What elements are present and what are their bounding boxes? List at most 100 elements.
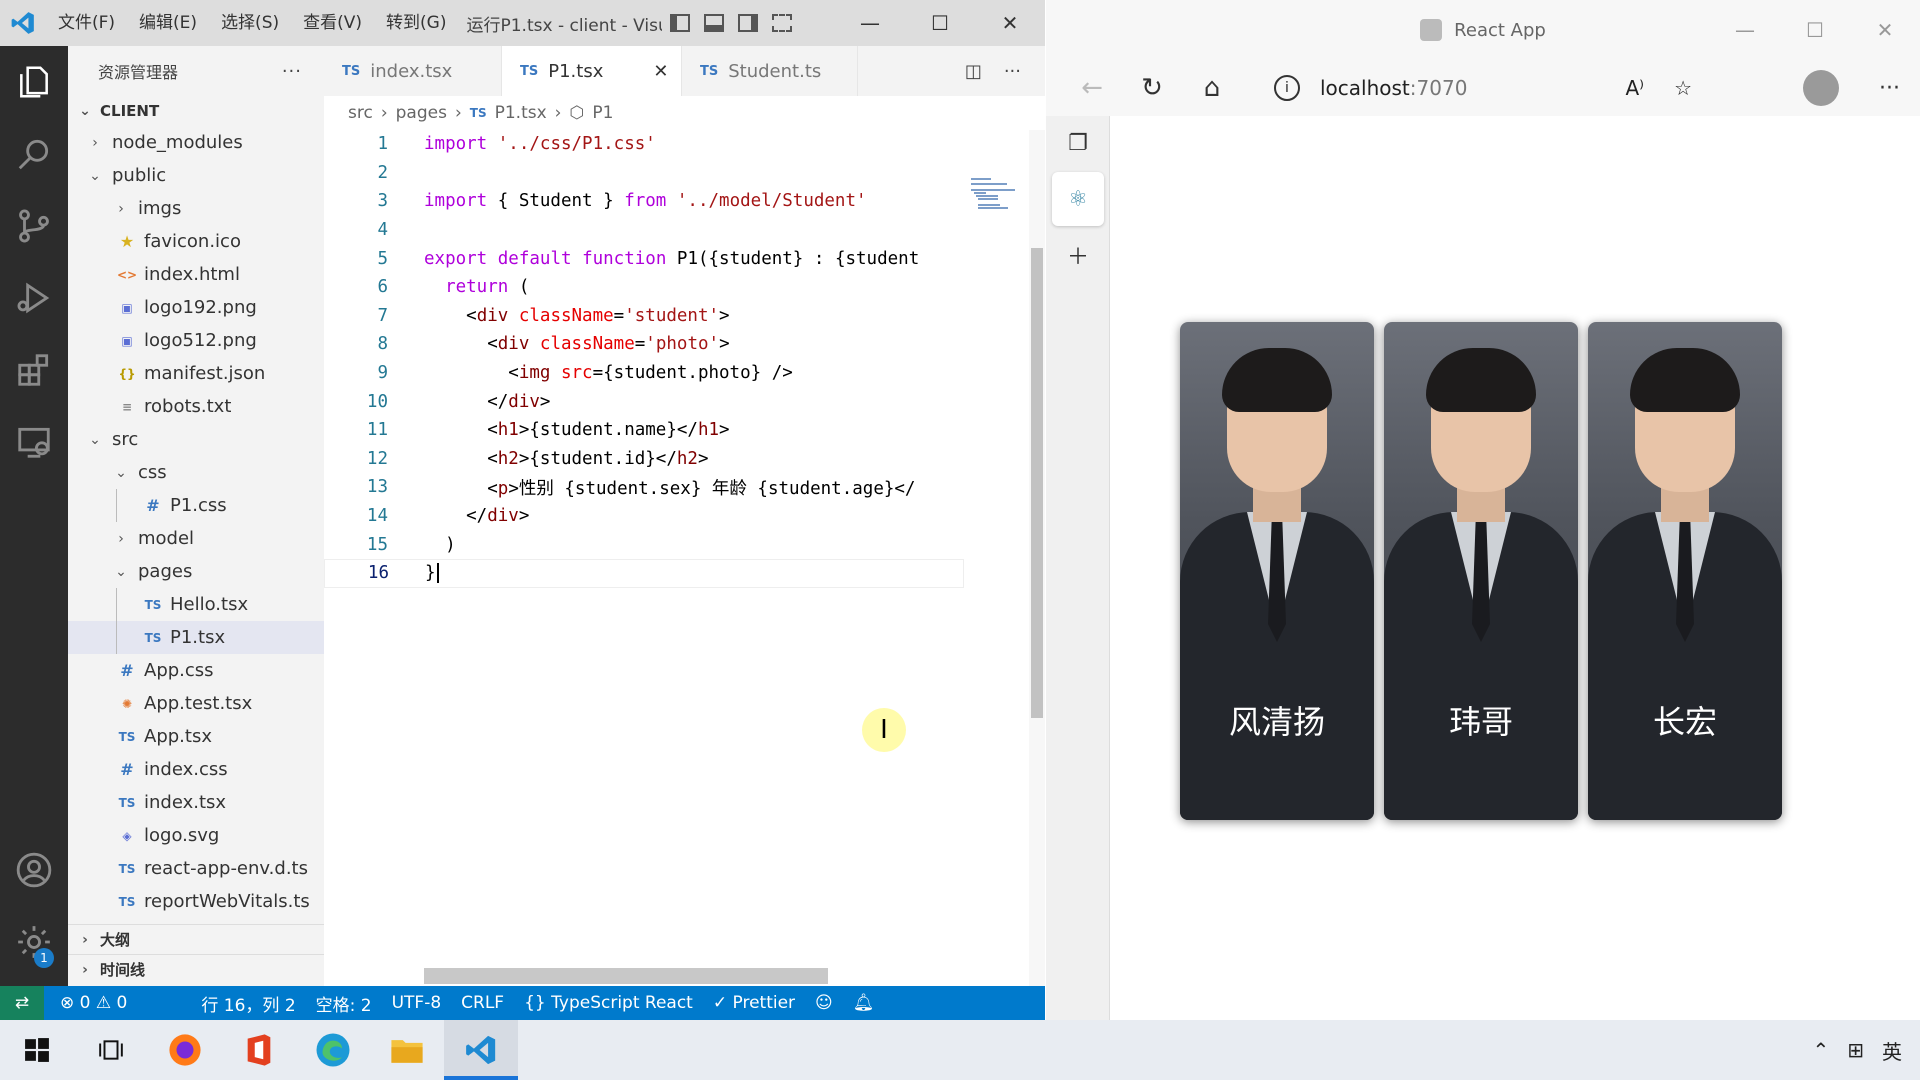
minimize-icon[interactable]: — — [835, 0, 905, 46]
close-tab-icon[interactable]: ✕ — [653, 61, 668, 82]
settings-more-icon[interactable]: ··· — [1879, 76, 1900, 101]
file-item[interactable]: TS index.tsx — [68, 786, 324, 819]
more-actions-icon[interactable]: ··· — [282, 61, 302, 82]
code-line[interactable]: 16} — [324, 558, 964, 588]
breadcrumb-item[interactable]: src — [348, 103, 373, 123]
menu-selection[interactable]: 选择(S) — [209, 0, 291, 46]
file-item[interactable]: TS reportWebVitals.ts — [68, 885, 324, 918]
folder-item[interactable]: ⌄ src — [68, 423, 324, 456]
prettier-status[interactable]: ✓ Prettier — [703, 993, 805, 1013]
react-devtools-icon[interactable]: ⚛ — [1052, 172, 1104, 226]
back-arrow-icon[interactable]: ← — [1062, 60, 1122, 116]
vscode-taskbar-icon[interactable] — [444, 1020, 518, 1080]
toggle-sidebar-icon[interactable] — [670, 14, 691, 32]
code-line[interactable]: 14 </div> — [324, 502, 964, 531]
file-item[interactable]: TS App.tsx — [68, 720, 324, 753]
code-line[interactable]: 12 <h2>{student.id}</h2> — [324, 445, 964, 474]
customize-layout-icon[interactable] — [772, 14, 793, 32]
toggle-panel-icon[interactable] — [704, 14, 725, 32]
ime-mode-icon[interactable]: ⊞ — [1847, 1038, 1864, 1062]
toggle-secondary-sidebar-icon[interactable] — [738, 14, 759, 32]
minimize-icon[interactable]: — — [1710, 0, 1780, 60]
file-item[interactable]: ▣ logo192.png — [68, 291, 324, 324]
feedback-icon[interactable]: ☺ — [805, 993, 843, 1013]
file-item[interactable]: ≡ robots.txt — [68, 390, 324, 423]
split-editor-icon[interactable]: ◫ — [965, 61, 982, 82]
menu-file[interactable]: 文件(F) — [46, 0, 127, 46]
ime-language[interactable]: 英 — [1882, 1036, 1902, 1065]
windows-start-icon[interactable] — [0, 1020, 74, 1080]
line-endings[interactable]: CRLF — [451, 993, 514, 1013]
breadcrumb-item[interactable]: pages — [396, 103, 447, 123]
code-editor[interactable]: 1 import '../css/P1.css' 2 3 import { Stude… — [324, 130, 964, 588]
folder-item[interactable]: › model — [68, 522, 324, 555]
vertical-scrollbar[interactable] — [1029, 130, 1045, 990]
file-item[interactable]: # App.css — [68, 654, 324, 687]
problems-indicator[interactable]: ⊗ 0 ⚠ 0 — [50, 993, 137, 1013]
code-line[interactable]: 6 return ( — [324, 273, 964, 302]
file-item[interactable]: # index.css — [68, 753, 324, 786]
code-line[interactable]: 7 <div className='student'> — [324, 302, 964, 331]
read-aloud-icon[interactable]: A⁾ — [1625, 76, 1644, 100]
accounts-icon[interactable] — [0, 834, 68, 906]
code-line[interactable]: 11 <h1>{student.name}</h1> — [324, 416, 964, 445]
horizontal-scrollbar[interactable] — [424, 968, 828, 984]
site-info-icon[interactable]: i — [1274, 75, 1300, 101]
menu-edit[interactable]: 编辑(E) — [127, 0, 209, 46]
breadcrumb-item[interactable]: P1.tsx — [495, 103, 547, 123]
add-icon[interactable]: ＋ — [1046, 228, 1110, 282]
office-icon[interactable] — [222, 1020, 296, 1080]
file-item[interactable]: {} manifest.json — [68, 357, 324, 390]
file-item[interactable]: ▣ logo512.png — [68, 324, 324, 357]
close-icon[interactable]: ✕ — [1850, 0, 1920, 60]
language-mode[interactable]: {} TypeScript React — [514, 993, 703, 1013]
code-line[interactable]: 4 — [324, 216, 964, 245]
file-explorer-icon[interactable] — [370, 1020, 444, 1080]
folder-item[interactable]: › node_modules — [68, 126, 324, 159]
menu-go[interactable]: 转到(G) — [374, 0, 458, 46]
edge-icon[interactable] — [296, 1020, 370, 1080]
tab-student-ts[interactable]: TS Student.ts — [682, 46, 858, 96]
file-item[interactable]: <> index.html — [68, 258, 324, 291]
remote-indicator-icon[interactable]: ⇄ — [0, 986, 44, 1020]
task-view-icon[interactable] — [74, 1020, 148, 1080]
file-item[interactable]: TS react-app-env.d.ts — [68, 852, 324, 885]
home-icon[interactable]: ⌂ — [1182, 60, 1242, 116]
more-actions-icon[interactable]: ··· — [1004, 61, 1021, 82]
code-line[interactable]: 10 </div> — [324, 387, 964, 416]
run-debug-icon[interactable] — [0, 262, 68, 334]
folder-item[interactable]: ⌄ public — [68, 159, 324, 192]
refresh-icon[interactable]: ↻ — [1122, 60, 1182, 116]
folder-item[interactable]: ⌄ css — [68, 456, 324, 489]
chevron-up-icon[interactable]: ⌃ — [1812, 1038, 1829, 1062]
file-item[interactable]: # P1.css — [68, 489, 324, 522]
menu-view[interactable]: 查看(V) — [291, 0, 374, 46]
add-favorite-icon[interactable]: ☆ — [1674, 76, 1692, 100]
scrollbar-thumb[interactable] — [1031, 248, 1043, 718]
file-item[interactable]: ✺ App.test.tsx — [68, 687, 324, 720]
tab-index-tsx[interactable]: TS index.tsx — [324, 46, 502, 96]
folder-item[interactable]: ⌄ pages — [68, 555, 324, 588]
explorer-icon[interactable] — [0, 46, 68, 118]
file-item[interactable]: TS Hello.tsx — [68, 588, 324, 621]
file-item[interactable]: ★ favicon.ico — [68, 225, 324, 258]
code-line[interactable]: 1 import '../css/P1.css' — [324, 130, 964, 159]
remote-explorer-icon[interactable] — [0, 406, 68, 478]
cursor-position[interactable]: 行 16，列 2 — [191, 991, 305, 1016]
root-folder[interactable]: ⌄ CLIENT — [68, 96, 324, 126]
maximize-icon[interactable]: ☐ — [905, 0, 975, 46]
code-line[interactable]: 5 export default function P1({student} : … — [324, 244, 964, 273]
minimap[interactable] — [969, 176, 1023, 212]
file-item[interactable]: ◈ logo.svg — [68, 819, 324, 852]
indentation[interactable]: 空格: 2 — [306, 991, 382, 1016]
breadcrumb-item[interactable]: P1 — [592, 103, 613, 123]
tab-actions-icon[interactable]: ❐ — [1046, 116, 1110, 170]
code-line[interactable]: 15 ) — [324, 530, 964, 559]
code-line[interactable]: 3 import { Student } from '../model/Stude… — [324, 187, 964, 216]
code-line[interactable]: 8 <div className='photo'> — [324, 330, 964, 359]
encoding[interactable]: UTF-8 — [382, 993, 452, 1013]
firefox-icon[interactable] — [148, 1020, 222, 1080]
tab-p1-tsx[interactable]: TS P1.tsx ✕ — [502, 46, 682, 96]
file-item[interactable]: TS P1.tsx — [68, 621, 324, 654]
folder-item[interactable]: › imgs — [68, 192, 324, 225]
